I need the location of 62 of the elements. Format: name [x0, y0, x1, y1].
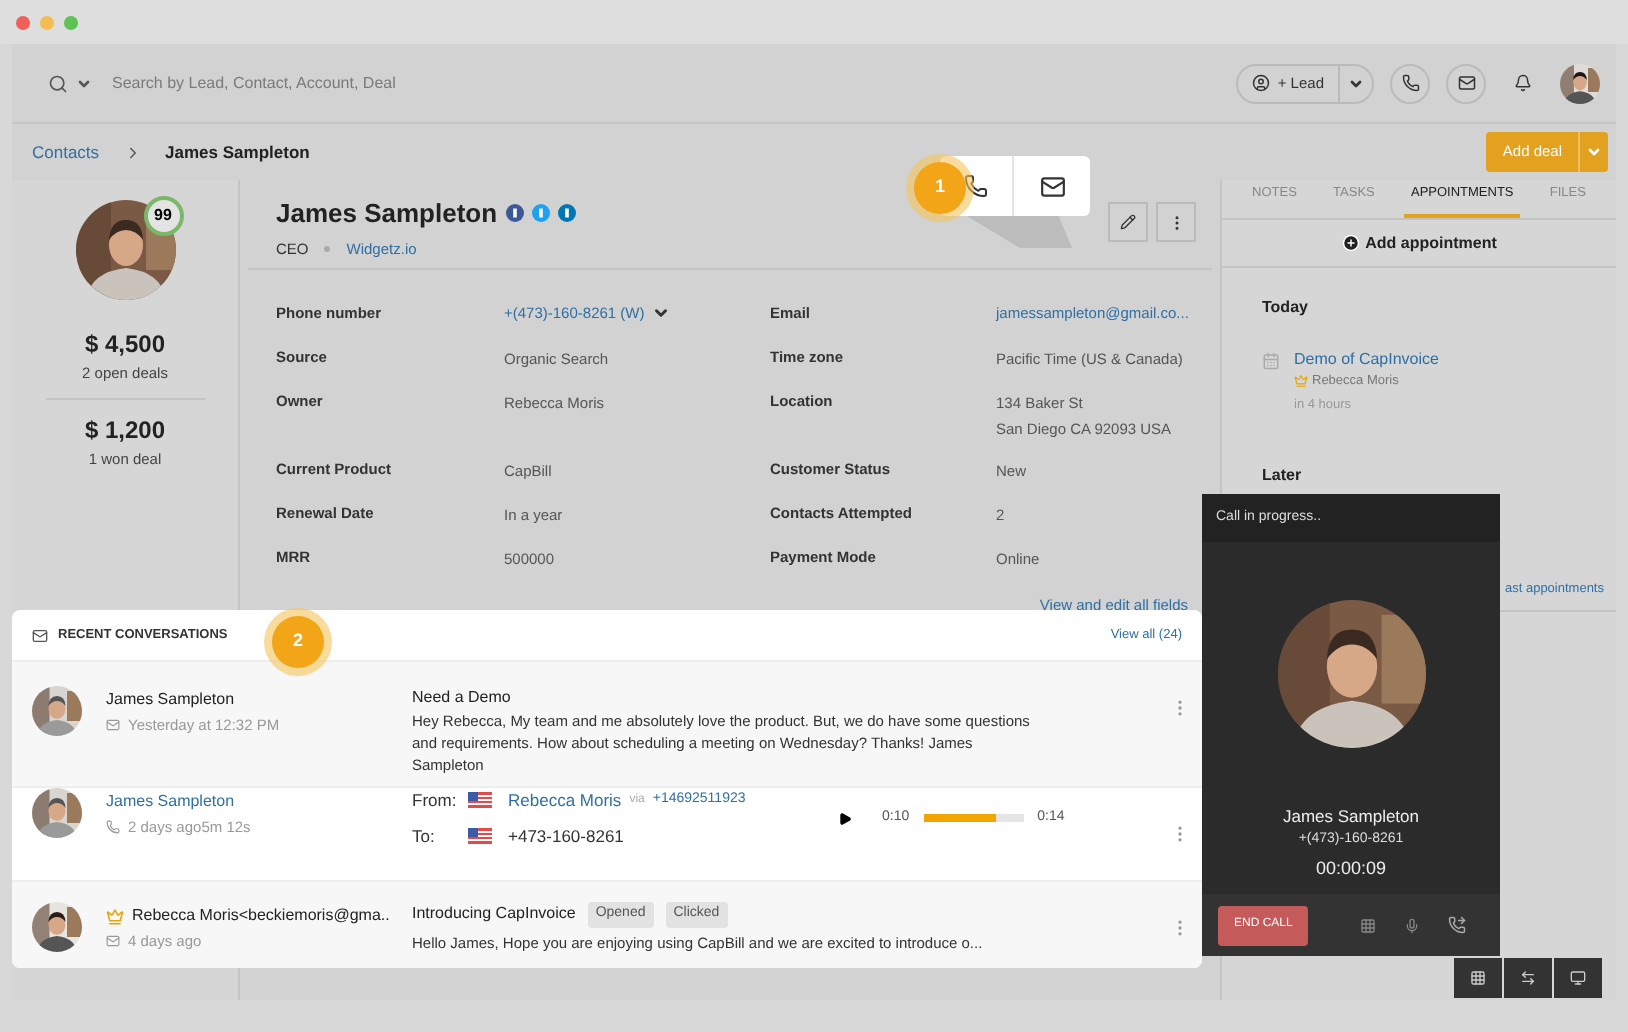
play-button[interactable]	[838, 811, 852, 826]
breadcrumb-link[interactable]: Contacts	[32, 139, 100, 165]
mail-icon	[106, 718, 120, 733]
dot-separator	[324, 245, 331, 252]
search-field[interactable]: Search by Lead, Contact, Account, Deal	[112, 71, 632, 95]
phone-icon	[106, 820, 120, 835]
score-badge: 99	[143, 196, 183, 236]
social-icon[interactable]	[531, 204, 550, 223]
edit-button[interactable]	[1108, 202, 1148, 242]
social-icon[interactable]	[505, 204, 524, 223]
caret-icon	[1586, 144, 1602, 160]
subject-text: Need a Demo	[412, 686, 513, 710]
social-icon[interactable]	[557, 204, 576, 223]
keypad-icon[interactable]	[1360, 917, 1377, 933]
calendar-icon	[1262, 352, 1280, 370]
to-label: To:	[412, 823, 437, 849]
contact-name: James Sampleton	[276, 196, 498, 232]
caret-icon[interactable]	[652, 304, 671, 323]
swap-button[interactable]	[1504, 958, 1552, 998]
crown-icon	[106, 907, 124, 925]
breadcrumb-current: James Sampleton	[165, 139, 310, 165]
contact-name: Rebecca Moris<beckiemoris@gma..	[132, 904, 390, 928]
audio-progress-track[interactable]	[923, 814, 1024, 823]
caller-name: James Sampleton	[1282, 804, 1420, 830]
caller-link[interactable]: Rebecca Moris	[508, 788, 622, 814]
stat-amount: $ 1,200	[84, 414, 166, 449]
mic-icon[interactable]	[1404, 917, 1421, 933]
subject-text: Introducing CapInvoice	[412, 902, 576, 927]
caret-icon[interactable]	[76, 75, 92, 91]
contact-name[interactable]: James Sampleton	[106, 790, 235, 814]
add-appointment-link[interactable]: Add appointment	[1365, 231, 1497, 255]
appointment-link[interactable]: Demo of CapInvoice	[1294, 348, 1439, 372]
stat-amount: $ 4,500	[84, 328, 166, 362]
phone-icon	[1401, 74, 1419, 92]
pencil-icon	[1120, 214, 1136, 230]
section-heading: Later	[1262, 463, 1304, 487]
transfer-icon[interactable]	[1448, 916, 1467, 934]
contact-name: James Sampleton	[106, 688, 235, 712]
flag-icon	[468, 828, 492, 845]
call-timer: 00:00:09	[1315, 856, 1387, 883]
monitor-icon	[1570, 970, 1586, 986]
mail-icon	[106, 934, 120, 949]
to-number: +473-160-8261	[508, 823, 624, 849]
keypad-icon	[1470, 970, 1486, 986]
phone-button[interactable]	[1390, 63, 1430, 103]
dialpad-button[interactable]	[1454, 958, 1502, 998]
arrows-icon	[1520, 970, 1536, 986]
section-heading: Today	[1262, 296, 1310, 320]
notification-icon[interactable]	[1514, 74, 1532, 92]
mail-icon	[32, 627, 48, 643]
search-icon[interactable]	[48, 73, 68, 93]
mail-button[interactable]	[1446, 63, 1486, 103]
mail-icon	[1457, 74, 1475, 92]
flag-icon	[468, 792, 492, 809]
phone-icon[interactable]	[964, 174, 988, 198]
add-icon[interactable]	[1341, 234, 1360, 252]
screen-button[interactable]	[1554, 958, 1602, 998]
user-icon	[1251, 74, 1270, 92]
from-label: From:	[412, 788, 452, 814]
crown-icon	[1294, 374, 1308, 389]
caret-icon	[1348, 75, 1364, 91]
mail-icon[interactable]	[1039, 173, 1065, 199]
